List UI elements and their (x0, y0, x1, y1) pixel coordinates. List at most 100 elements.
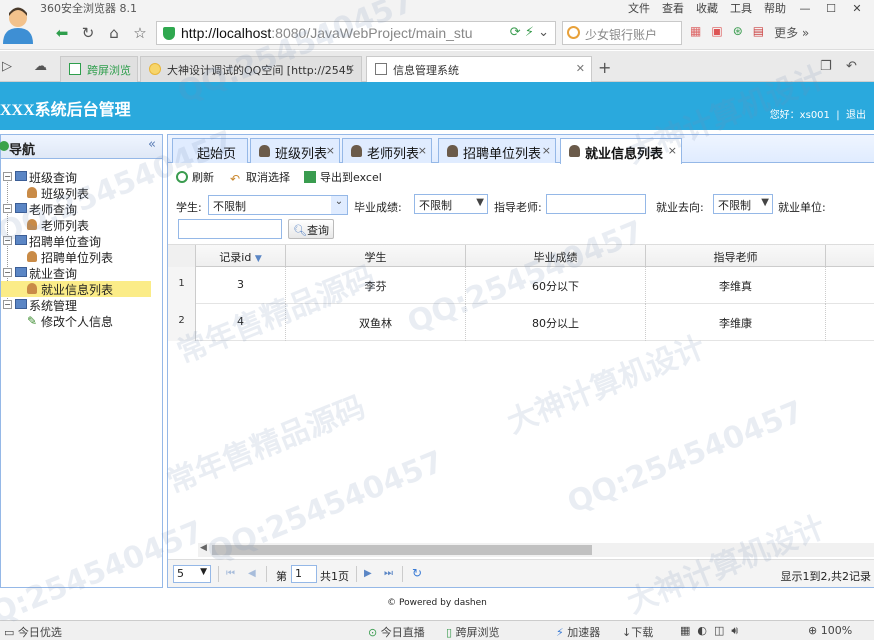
column-header-teacher[interactable]: 指导老师 (646, 245, 826, 267)
tab-home[interactable]: 起始页 (172, 138, 248, 163)
close-tab-icon[interactable]: ✕ (346, 62, 355, 75)
cell-record-id: 4 (196, 304, 286, 341)
daily-picks-link[interactable]: ▭ 今日优选 (4, 624, 62, 640)
next-page-icon[interactable]: ▶ (364, 568, 372, 579)
live-link[interactable]: ⊙ 今日直播 (368, 624, 425, 640)
refresh-button[interactable]: 刷新 (176, 169, 214, 185)
tab-teacher-list[interactable]: 老师列表 × (342, 138, 432, 163)
browser-app-name: 360安全浏览器 8.1 (40, 2, 137, 15)
menu-file[interactable]: 文件 (628, 0, 650, 16)
cell-grade: 60分以下 (466, 267, 646, 304)
reload-icon[interactable]: ↻ (78, 23, 98, 43)
cross-screen-link[interactable]: ▯ 跨屏浏览 (446, 624, 500, 640)
user-icon (447, 145, 458, 157)
more-button[interactable]: 更多 » (774, 24, 809, 41)
cloud-icon[interactable]: ☁ (34, 59, 47, 74)
menu-help[interactable]: 帮助 (764, 0, 786, 16)
zoom-level[interactable]: ⊕ 100% (808, 624, 852, 637)
page-number-input[interactable]: 1 (291, 565, 317, 583)
app-footer: © Powered by dashen (387, 598, 487, 608)
expand-toggle-icon[interactable]: − (3, 204, 12, 213)
tree-item-employer-list[interactable]: 招聘单位列表 (1, 249, 151, 265)
teacher-input[interactable] (546, 194, 646, 214)
grade-select[interactable]: 不限制 ▼ (414, 194, 488, 214)
menu-tools[interactable]: 工具 (730, 0, 752, 16)
adblock-icon[interactable]: ▤ (753, 24, 764, 41)
browser-tab-qq-space[interactable]: 大神设计调试的QQ空间 [http://2545 ✕ (140, 56, 362, 82)
folder-monitor-icon (15, 235, 27, 245)
table-row[interactable]: 2 4 双鱼林 80分以上 李维康 (168, 304, 874, 341)
pagination-bar: 5 ▼ ⏮ ◀ 第 1 共1页 ▶ ⏭ ↻ 显示1到2,共2记录 (168, 559, 874, 587)
menu-favorites[interactable]: 收藏 (696, 0, 718, 16)
refresh-page-icon[interactable]: ↻ (412, 566, 422, 580)
scroll-left-arrow-icon[interactable]: ◀ (200, 543, 207, 553)
close-tab-icon[interactable]: × (668, 144, 677, 157)
student-select[interactable]: 不限制 ⌄ (208, 195, 348, 215)
restore-tabs-icon[interactable]: ❐ (820, 59, 832, 74)
query-button[interactable]: 🔍︎查询 (288, 219, 334, 239)
prev-page-icon[interactable]: ◀ (248, 568, 256, 579)
extension-icon[interactable]: ▣ (711, 24, 722, 41)
expand-toggle-icon[interactable]: − (3, 300, 12, 309)
tab-employment-list[interactable]: 就业信息列表 × (560, 138, 682, 164)
minimize-icon[interactable]: — (798, 2, 812, 15)
close-tab-icon[interactable]: × (326, 144, 335, 157)
address-bar-icons[interactable]: ⟳ ⚡ ⌄ (510, 25, 549, 40)
scrollbar-thumb[interactable] (212, 545, 592, 555)
horizontal-scrollbar[interactable]: ◀ (198, 543, 874, 557)
chevron-down-icon[interactable]: ⌄ (331, 196, 347, 214)
shield-extension-icon[interactable]: ⊛ (733, 24, 743, 41)
logout-link[interactable]: 退出 (846, 110, 866, 121)
tree-item-edit-profile[interactable]: ✎ 修改个人信息 (1, 313, 151, 329)
browser-tab-cross-screen[interactable]: 跨屏浏览 (60, 56, 138, 82)
accelerator-link[interactable]: ⚡ 加速器 (556, 624, 600, 640)
new-tab-icon[interactable]: + (598, 58, 611, 77)
back-icon[interactable]: ⬅ (52, 23, 72, 43)
close-tab-icon[interactable]: ✕ (576, 62, 585, 75)
browser-tab-info-system[interactable]: 信息管理系统 ✕ (366, 56, 592, 82)
bookmark-star-icon[interactable]: ☆ (130, 23, 150, 43)
expand-toggle-icon[interactable]: − (3, 268, 12, 277)
url-text[interactable]: http://localhost:8080/JavaWebProject/mai… (181, 25, 481, 41)
tree-item-class-list[interactable]: 班级列表 (1, 185, 151, 201)
tree-item-teacher-list[interactable]: 老师列表 (1, 217, 151, 233)
last-page-icon[interactable]: ⏭ (384, 568, 393, 579)
status-icons[interactable]: ▦ ◐ ◫ 🔊︎ (680, 624, 738, 638)
expand-toggle-icon[interactable]: − (3, 236, 12, 245)
undo-close-icon[interactable]: ↶ (846, 59, 857, 74)
row-number: 1 (168, 267, 196, 304)
search-box[interactable]: 少女银行账户 (562, 21, 682, 45)
maximize-icon[interactable]: ☐ (824, 2, 838, 15)
download-icon: ↓ (622, 626, 632, 639)
cancel-selection-button[interactable]: ↶ 取消选择 (230, 169, 290, 186)
close-window-icon[interactable]: ✕ (850, 2, 864, 15)
page-total: 共1页 (320, 570, 349, 583)
column-header-record-id[interactable]: 记录id ▼ (196, 245, 286, 267)
employer-input[interactable] (178, 219, 282, 239)
folder-monitor-icon (15, 299, 27, 309)
menu-view[interactable]: 查看 (662, 0, 684, 16)
apps-grid-icon[interactable]: ▦ (690, 24, 701, 41)
page-size-select[interactable]: 5 ▼ (173, 565, 211, 583)
home-icon[interactable]: ⌂ (104, 23, 124, 43)
close-tab-icon[interactable]: × (418, 144, 427, 157)
export-excel-button[interactable]: 导出到excel (304, 169, 382, 185)
table-row[interactable]: 1 3 李芬 60分以下 李维真 (168, 267, 874, 304)
collapse-sidebar-icon[interactable]: « (148, 137, 156, 152)
tree-item-employment-list[interactable]: 就业信息列表 (1, 281, 151, 297)
grid-toolbar: 刷新 ↶ 取消选择 导出到excel (168, 165, 874, 187)
tab-class-list[interactable]: 班级列表 × (250, 138, 340, 163)
search-icon (567, 26, 580, 39)
column-header-grade[interactable]: 毕业成绩 (466, 245, 646, 267)
close-tab-icon[interactable]: × (542, 144, 551, 157)
sidebar-toggle-icon[interactable]: ▷ (2, 59, 12, 74)
user-avatar-icon[interactable] (0, 4, 36, 44)
first-page-icon[interactable]: ⏮ (226, 568, 235, 579)
expand-toggle-icon[interactable]: − (3, 172, 12, 181)
download-link[interactable]: ↓下载 (622, 624, 653, 640)
cell-record-id: 3 (196, 267, 286, 304)
column-header-student[interactable]: 学生 (286, 245, 466, 267)
tab-employer-list[interactable]: 招聘单位列表 × (438, 138, 556, 163)
destination-select[interactable]: 不限制 ▼ (713, 194, 773, 214)
address-bar[interactable]: http://localhost:8080/JavaWebProject/mai… (156, 21, 556, 45)
